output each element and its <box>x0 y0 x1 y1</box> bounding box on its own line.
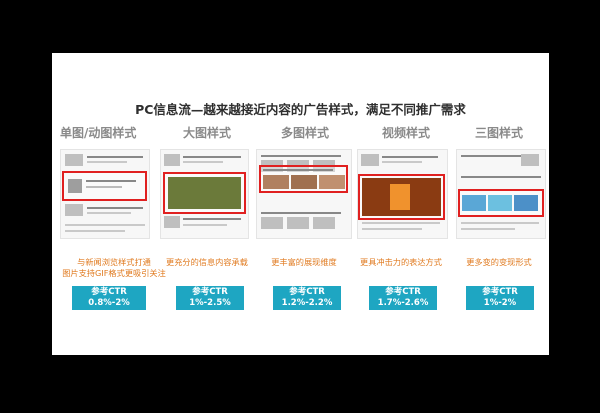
column-1-ad-highlight <box>62 171 147 201</box>
column-5-ad-highlight <box>458 189 544 217</box>
slide: PC信息流—越来越接近内容的广告样式，满足不同推广需求 单图/动图样式 大图样式… <box>52 53 549 355</box>
column-4-title: 视频样式 <box>382 126 431 140</box>
column-2-title: 大图样式 <box>183 126 232 140</box>
column-3-screenshot <box>256 149 352 239</box>
column-2-ctr-badge: 参考CTR 1%-2.5% <box>176 286 244 310</box>
column-3-description: 更丰富的展现维度 <box>271 257 337 267</box>
column-5-ctr-badge: 参考CTR 1%-2% <box>466 286 534 310</box>
column-2-ad-highlight <box>163 172 246 214</box>
column-4-ad-highlight <box>358 174 445 220</box>
slide-title: PC信息流—越来越接近内容的广告样式，满足不同推广需求 <box>135 102 466 117</box>
column-3-ctr-badge: 参考CTR 1.2%-2.2% <box>273 286 341 310</box>
column-1-title: 单图/动图样式 <box>60 126 137 140</box>
column-1-description: 与新闻浏览样式打通 图片支持GIF格式更吸引关注 <box>62 257 166 278</box>
column-1-ctr-badge: 参考CTR 0.8%-2% <box>72 286 146 310</box>
column-4-ctr-badge: 参考CTR 1.7%-2.6% <box>369 286 437 310</box>
column-5-title: 三图样式 <box>475 126 524 140</box>
column-4-description: 更具冲击力的表达方式 <box>360 257 442 267</box>
column-5-description: 更多变的变现形式 <box>466 257 532 267</box>
column-3-title: 多图样式 <box>281 126 330 140</box>
column-2-description: 更充分的信息内容承载 <box>166 257 248 267</box>
column-3-ad-highlight <box>259 165 348 193</box>
